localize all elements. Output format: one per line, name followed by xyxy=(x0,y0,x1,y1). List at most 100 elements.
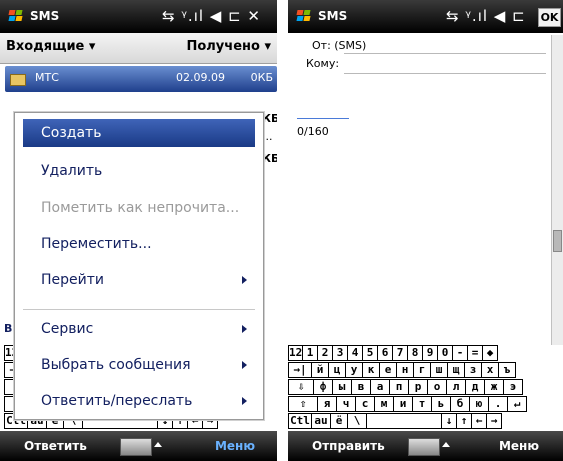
keyboard-key[interactable]: ч xyxy=(336,396,356,412)
sort-dropdown[interactable]: Получено ▾ xyxy=(186,39,271,54)
keyboard-key[interactable]: м xyxy=(374,396,394,412)
list-item-size: КБ xyxy=(262,112,277,125)
soft-keyboard[interactable]: 1231234567890-=◆→|йцукенгшщзхъ⇩фывапролд… xyxy=(288,345,563,431)
keyboard-key[interactable]: ф xyxy=(313,379,333,395)
right-screen: SMS ⇆ ᵞ.ıl ◀ ⊏ OK От: (SMS) Кому: 0/160 … xyxy=(288,0,563,461)
scrollbar-thumb[interactable] xyxy=(553,230,562,252)
menu-item-move[interactable]: Переместить... xyxy=(23,230,255,258)
keyboard-key[interactable]: ↓ xyxy=(441,413,457,429)
keyboard-key[interactable]: аu xyxy=(311,413,331,429)
app-title: SMS xyxy=(318,9,348,23)
windows-start-icon[interactable] xyxy=(296,10,311,23)
keyboard-row: 1231234567890-=◆ xyxy=(288,345,498,361)
screen-divider xyxy=(277,0,288,461)
keyboard-key[interactable]: ◆ xyxy=(482,345,498,361)
keyboard-key[interactable]: а xyxy=(370,379,390,395)
input-panel-arrow-icon[interactable] xyxy=(442,442,450,447)
keyboard-key[interactable]: х xyxy=(481,362,499,378)
softkey-menu[interactable]: Меню xyxy=(215,439,255,453)
keyboard-key[interactable]: в xyxy=(351,379,371,395)
keyboard-key[interactable]: ↑ xyxy=(456,413,472,429)
keyboard-key[interactable]: н xyxy=(396,362,414,378)
keyboard-key[interactable]: у xyxy=(345,362,363,378)
folder-dropdown[interactable]: Входящие ▾ xyxy=(6,39,95,54)
keyboard-key[interactable]: Ctl xyxy=(288,413,312,429)
keyboard-key[interactable]: о xyxy=(427,379,447,395)
envelope-icon xyxy=(10,74,26,86)
keyboard-key[interactable]: 3 xyxy=(332,345,348,361)
keyboard-key[interactable]: ё xyxy=(330,413,348,429)
status-bar: SMS ⇆ ᵞ.ıl ◀ ⊏ OK xyxy=(288,0,563,33)
menu-item-mark-unread: Пометить как непрочита... xyxy=(41,200,240,216)
keyboard-key[interactable]: 123 xyxy=(288,345,303,361)
keyboard-key[interactable]: э xyxy=(503,379,523,395)
keyboard-key[interactable]: ь xyxy=(431,396,451,412)
keyboard-key[interactable]: 4 xyxy=(347,345,363,361)
keyboard-key[interactable]: ы xyxy=(332,379,352,395)
keyboard-key[interactable] xyxy=(366,413,442,429)
keyboard-key[interactable]: ш xyxy=(430,362,448,378)
keyboard-key[interactable]: щ xyxy=(447,362,465,378)
keyboard-key[interactable]: ж xyxy=(484,379,504,395)
char-counter: 0/160 xyxy=(297,125,329,138)
keyboard-key[interactable]: ю xyxy=(469,396,489,412)
keyboard-key[interactable]: 7 xyxy=(392,345,408,361)
keyboard-key[interactable]: ц xyxy=(328,362,346,378)
keyboard-key[interactable]: 2 xyxy=(317,345,333,361)
keyboard-key[interactable]: д xyxy=(465,379,485,395)
input-panel-arrow-icon[interactable] xyxy=(154,442,162,447)
keyboard-key[interactable]: 9 xyxy=(422,345,438,361)
softkey-reply[interactable]: Ответить xyxy=(24,439,87,453)
keyboard-key[interactable]: →| xyxy=(288,362,312,378)
keyboard-key[interactable]: 0 xyxy=(437,345,453,361)
keyboard-key[interactable]: л xyxy=(446,379,466,395)
keyboard-key[interactable]: 5 xyxy=(362,345,378,361)
keyboard-key[interactable]: ъ xyxy=(498,362,516,378)
keyboard-key[interactable]: \ xyxy=(347,413,367,429)
keyboard-key[interactable]: ⇧ xyxy=(288,396,318,412)
keyboard-key[interactable]: 6 xyxy=(377,345,393,361)
keyboard-key[interactable]: й xyxy=(311,362,329,378)
keyboard-key[interactable]: я xyxy=(317,396,337,412)
keyboard-key[interactable]: ← xyxy=(471,413,487,429)
keyboard-key[interactable]: б xyxy=(450,396,470,412)
keyboard-key[interactable]: ↵ xyxy=(507,396,527,412)
menu-item-select-messages[interactable]: Выбрать сообщения xyxy=(23,351,255,379)
keyboard-key[interactable]: р xyxy=(408,379,428,395)
keyboard-key[interactable]: - xyxy=(452,345,468,361)
status-icons[interactable]: ⇆ ᵞ.ıl ◀ ⊏ xyxy=(446,7,526,25)
softkey-menu[interactable]: Меню xyxy=(499,439,539,453)
keyboard-key[interactable]: и xyxy=(393,396,413,412)
keyboard-key[interactable]: к xyxy=(362,362,380,378)
keyboard-key[interactable]: = xyxy=(467,345,483,361)
keyboard-toggle-icon[interactable] xyxy=(120,438,152,456)
message-row[interactable]: МТС 02.09.09 0КБ xyxy=(5,66,277,92)
keyboard-row: →|йцукенгшщзхъ xyxy=(288,362,516,378)
status-bar: SMS ⇆ ᵞ.ıl ◀ ⊏ ✕ xyxy=(0,0,277,33)
keyboard-key[interactable]: г xyxy=(413,362,431,378)
status-icons[interactable]: ⇆ ᵞ.ıl ◀ ⊏ ✕ xyxy=(162,7,261,25)
keyboard-key[interactable]: п xyxy=(389,379,409,395)
menu-item-reply-forward[interactable]: Ответить/переслать xyxy=(23,387,255,415)
to-field[interactable] xyxy=(344,73,546,74)
keyboard-toggle-icon[interactable] xyxy=(408,438,440,456)
keyboard-key[interactable]: . xyxy=(488,396,508,412)
scrollbar[interactable] xyxy=(551,35,563,365)
keyboard-key[interactable]: 8 xyxy=(407,345,423,361)
menu-item-tools[interactable]: Сервис xyxy=(23,315,255,343)
keyboard-key[interactable]: 1 xyxy=(302,345,318,361)
keyboard-key[interactable]: з xyxy=(464,362,482,378)
keyboard-key[interactable]: т xyxy=(412,396,432,412)
message-body-field[interactable] xyxy=(297,118,349,119)
menu-item-delete[interactable]: Удалить xyxy=(23,157,255,185)
keyboard-key[interactable]: ⇩ xyxy=(288,379,314,395)
menu-item-create[interactable]: Создать xyxy=(23,119,255,147)
softkey-send[interactable]: Отправить xyxy=(312,439,385,453)
ok-button[interactable]: OK xyxy=(538,8,561,27)
menu-item-go[interactable]: Перейти xyxy=(23,266,255,294)
keyboard-key[interactable]: е xyxy=(379,362,397,378)
keyboard-key[interactable]: с xyxy=(355,396,375,412)
windows-start-icon[interactable] xyxy=(8,10,23,23)
keyboard-key[interactable]: → xyxy=(486,413,502,429)
left-screen: SMS ⇆ ᵞ.ıl ◀ ⊏ ✕ Входящие ▾ Получено ▾ М… xyxy=(0,0,277,461)
